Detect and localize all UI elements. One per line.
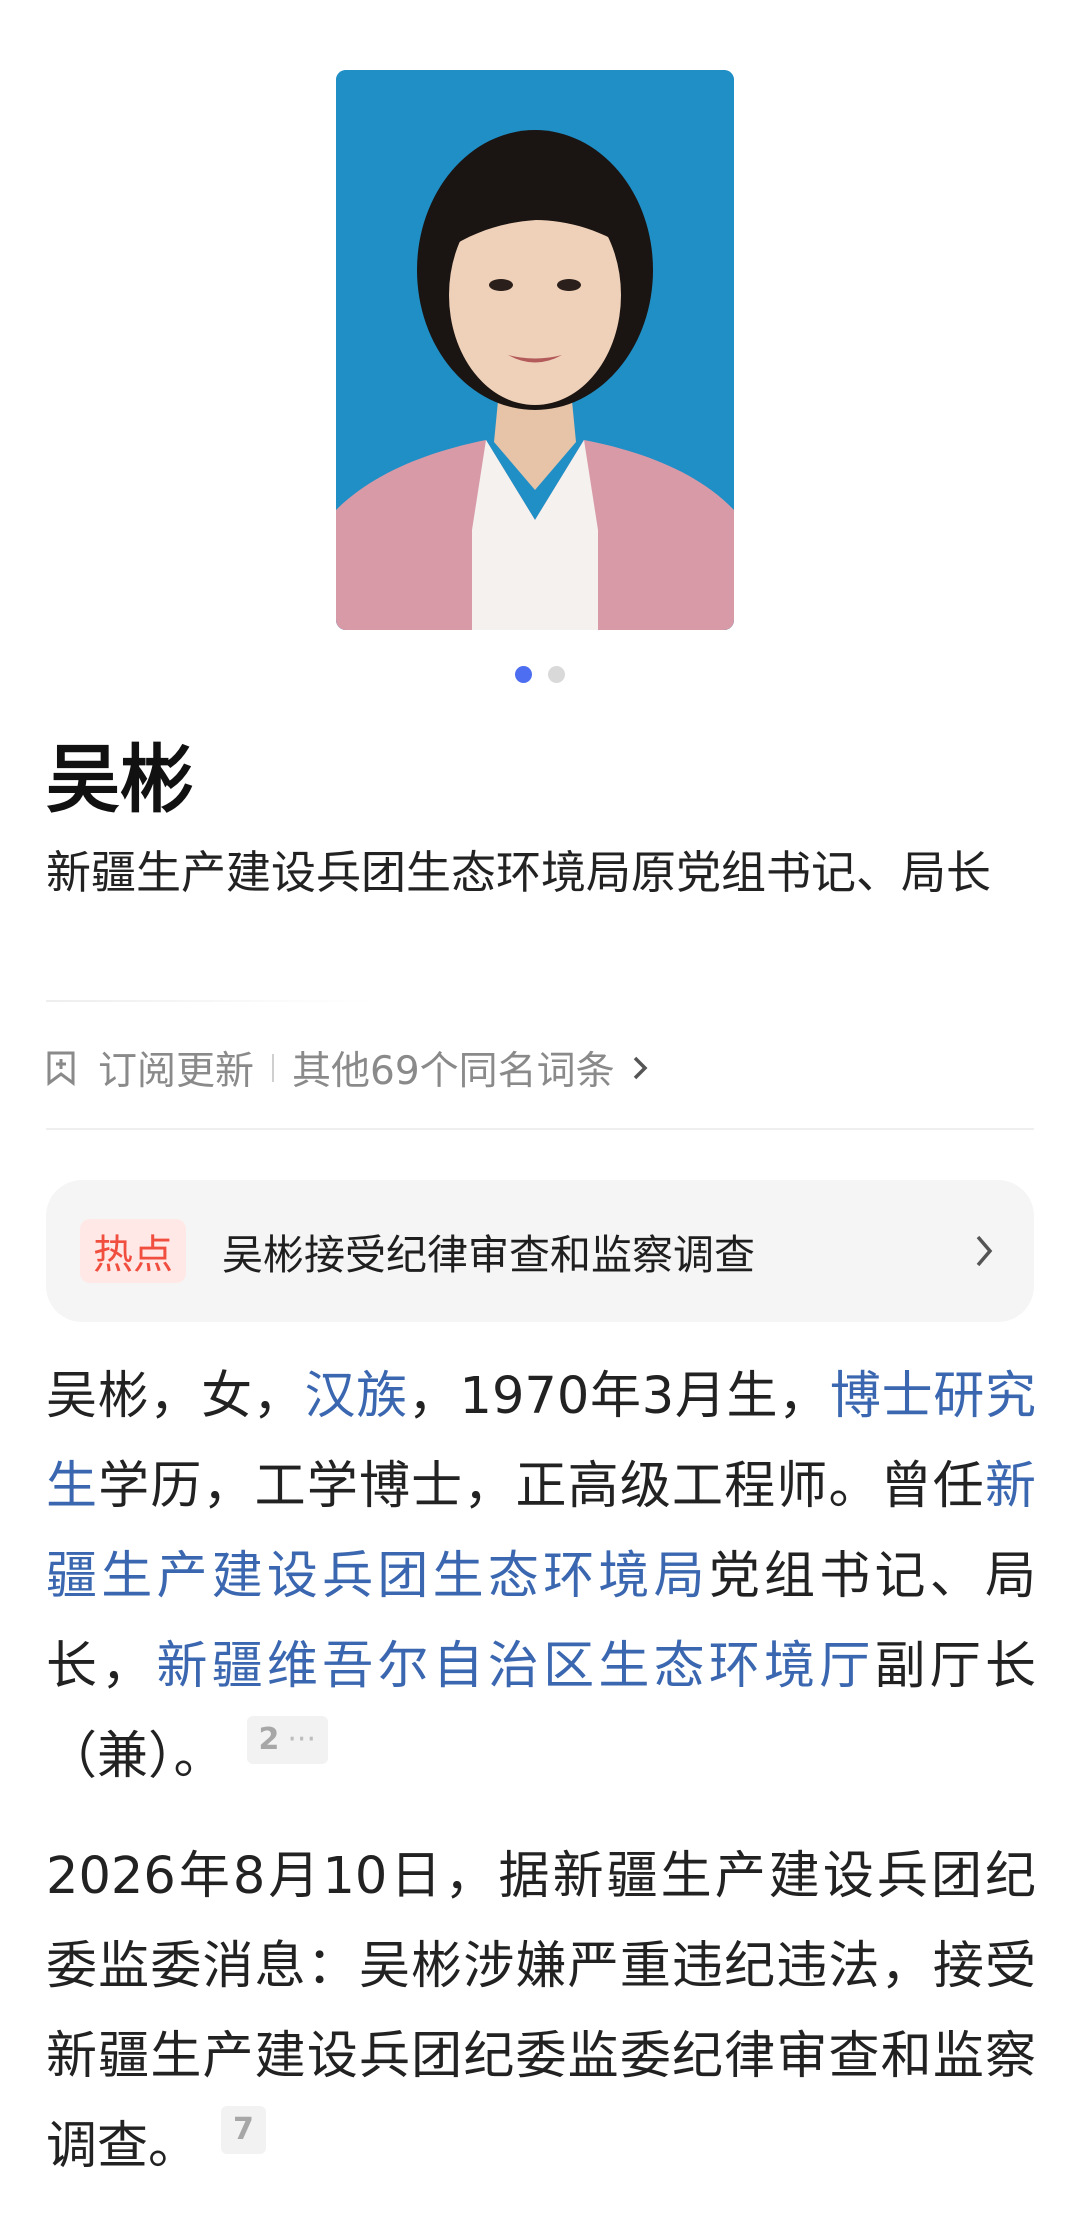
entry-actions: 订阅更新 其他69个同名词条 <box>46 1038 651 1098</box>
hot-badge: 热点 <box>80 1219 186 1283</box>
subscribe-label: 订阅更新 <box>98 1049 255 1094</box>
person-photo[interactable] <box>336 70 734 630</box>
entry-subtitle: 新疆生产建设兵团生态环境局原党组书记、局长 <box>46 846 992 899</box>
intro-paragraph: 吴彬，女，汉族，1970年3月生，博士研究生学历，工学博士，正高级工程师。曾任新… <box>46 1352 1036 1802</box>
carousel-dot-active[interactable] <box>515 666 532 683</box>
baike-entry-page: 吴彬 新疆生产建设兵团生态环境局原党组书记、局长 订阅更新 其他69个同名词条 … <box>0 0 1080 2236</box>
subscribe-button[interactable]: 订阅更新 <box>46 1040 254 1096</box>
entry-title: 吴彬 <box>46 737 194 823</box>
homonym-label: 其他69个同名词条 <box>292 1049 615 1094</box>
intro-text: 吴彬，女， <box>46 1367 305 1426</box>
carousel-dots[interactable] <box>0 666 1080 683</box>
intro-text: 学历，工学博士，正高级工程师。曾任 <box>98 1457 985 1516</box>
chevron-right-icon <box>633 1056 648 1080</box>
chevron-right-icon <box>976 1235 993 1267</box>
news-paragraph: 2026年8月10日，据新疆生产建设兵团纪委监委消息：吴彬涉嫌严重违纪违法，接受… <box>46 1832 1036 2192</box>
intro-text: ，1970年3月生， <box>407 1367 830 1426</box>
reference-badge[interactable]: 2 ··· <box>246 1716 328 1764</box>
divider <box>46 1128 1034 1130</box>
action-divider <box>272 1054 275 1082</box>
portrait-image <box>336 70 734 630</box>
reference-number: 2 <box>258 1722 280 1757</box>
news-text: 2026年8月10日，据新疆生产建设兵团纪委监委消息：吴彬涉嫌严重违纪违法，接受… <box>46 1847 1036 2176</box>
reference-badge[interactable]: 7 <box>221 2106 266 2154</box>
hot-news-card[interactable]: 热点 吴彬接受纪律审查和监察调查 <box>46 1180 1034 1322</box>
homonym-link[interactable]: 其他69个同名词条 <box>292 1040 651 1096</box>
link-ethnicity[interactable]: 汉族 <box>304 1367 407 1426</box>
reference-number: 7 <box>233 2112 254 2147</box>
link-department[interactable]: 新疆维吾尔自治区生态环境厅 <box>156 1637 874 1696</box>
carousel-dot[interactable] <box>548 666 565 683</box>
bookmark-icon <box>47 1051 75 1086</box>
hot-news-title: 吴彬接受纪律审查和监察调查 <box>222 1231 755 1279</box>
divider <box>46 1000 376 1002</box>
more-references: ··· <box>287 1722 316 1757</box>
